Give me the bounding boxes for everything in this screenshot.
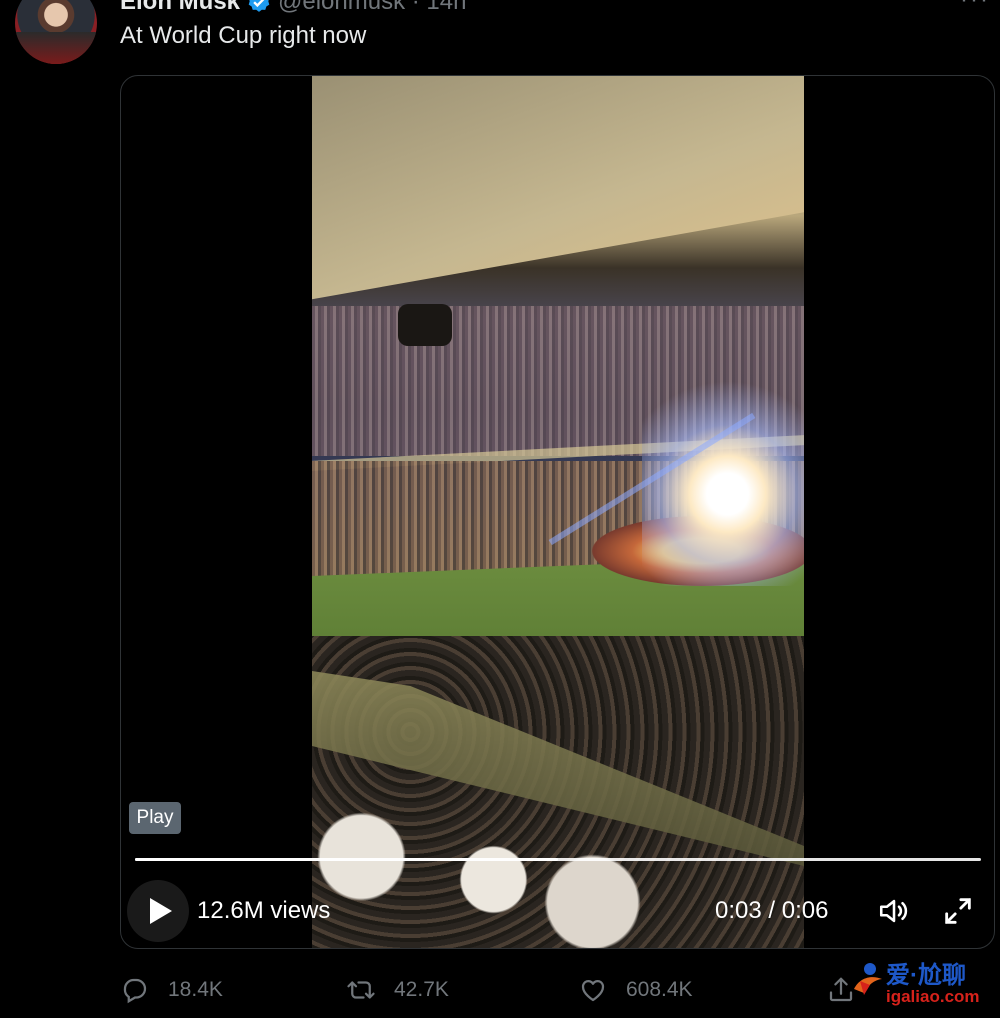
- tweet-header: Elon Musk @elonmusk · 14h: [120, 0, 466, 16]
- watermark: 爱·尬聊 igaliao.com: [850, 955, 1000, 1015]
- more-options-icon[interactable]: ···: [960, 0, 990, 14]
- verified-badge-icon: [248, 0, 270, 12]
- fullscreen-icon[interactable]: [941, 894, 975, 928]
- progress-bar[interactable]: [135, 858, 981, 861]
- reply-count: 18.4K: [168, 978, 223, 1001]
- video-player[interactable]: Play 12.6M views 0:03 / 0:06: [120, 75, 995, 949]
- spectators: [312, 796, 642, 948]
- author-name[interactable]: Elon Musk: [120, 0, 240, 16]
- reply-button[interactable]: 18.4K: [120, 975, 223, 1005]
- volume-icon[interactable]: [877, 894, 911, 928]
- tweet-text: At World Cup right now: [120, 22, 367, 49]
- play-icon: [150, 898, 172, 924]
- video-frame[interactable]: [312, 76, 804, 948]
- reply-icon: [123, 978, 147, 1004]
- avatar[interactable]: [15, 0, 97, 64]
- progress-fill: [135, 858, 558, 861]
- author-handle[interactable]: @elonmusk · 14h: [278, 0, 466, 16]
- speaker: [398, 304, 452, 346]
- retweet-icon: [347, 981, 375, 999]
- time-display: 0:03 / 0:06: [715, 897, 829, 924]
- play-button[interactable]: [127, 880, 189, 942]
- retweet-count: 42.7K: [394, 978, 449, 1001]
- watermark-logo-icon: [854, 963, 882, 995]
- like-button[interactable]: 608.4K: [578, 975, 693, 1005]
- view-count: 12.6M views: [197, 897, 331, 924]
- watermark-url: igaliao.com: [886, 987, 980, 1006]
- play-tooltip: Play: [129, 802, 181, 834]
- watermark-title: 爱·尬聊: [886, 962, 966, 989]
- stadium-roof: [312, 76, 804, 300]
- heart-icon: [581, 979, 605, 1002]
- like-count: 608.4K: [626, 978, 693, 1001]
- retweet-button[interactable]: 42.7K: [346, 975, 449, 1005]
